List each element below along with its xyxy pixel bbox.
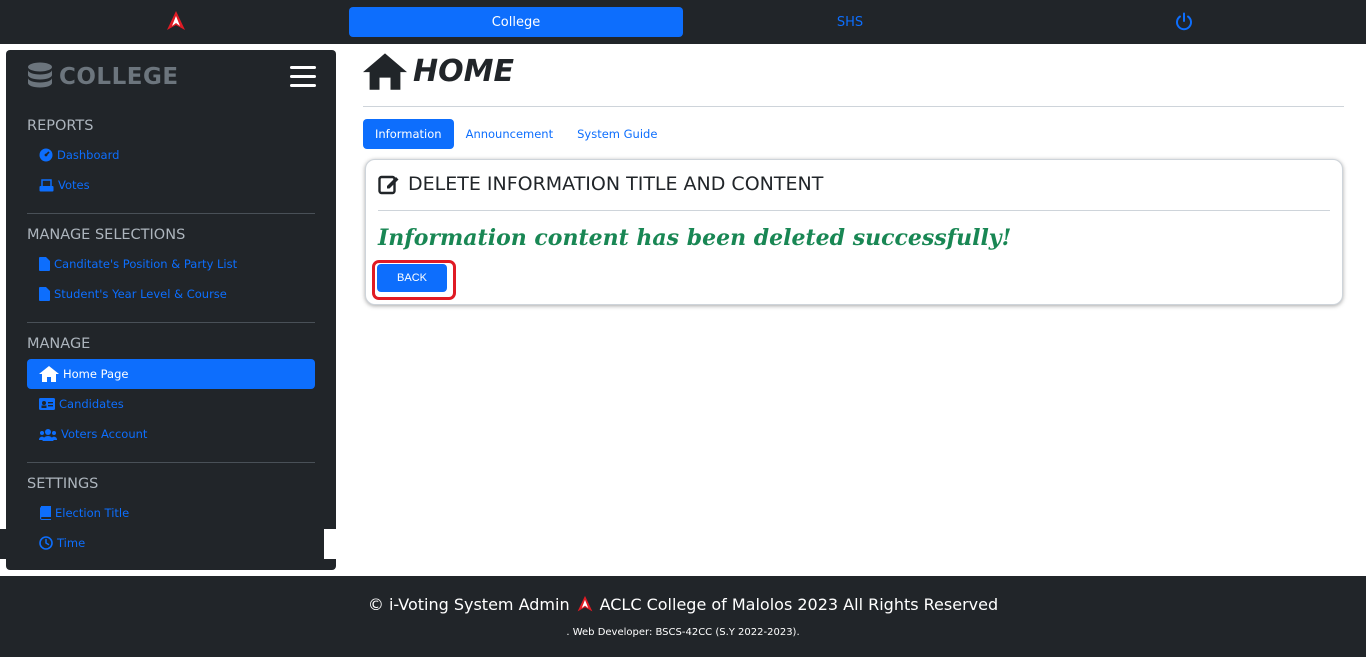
- edit-icon: [378, 175, 399, 195]
- id-card-icon: [39, 398, 55, 410]
- database-icon: [28, 62, 52, 88]
- success-message: Information content has been deleted suc…: [378, 225, 1012, 251]
- footer-copyright-right: ACLC College of Malolos 2023 All Rights …: [599, 594, 999, 614]
- tab-system-guide[interactable]: System Guide: [565, 119, 669, 149]
- page-heading: HOME: [363, 52, 514, 90]
- sidebar-item-label: Dashboard: [57, 148, 120, 162]
- tab-shs[interactable]: SHS: [790, 7, 910, 37]
- aclc-logo-icon[interactable]: [165, 10, 187, 32]
- section-reports: REPORTS: [27, 118, 94, 134]
- sidebar-item-label: Election Title: [55, 506, 130, 520]
- sidebar: COLLEGE REPORTS Dashboard Votes MANAGE S…: [6, 50, 336, 570]
- card-header: DELETE INFORMATION TITLE AND CONTENT: [378, 173, 823, 195]
- ballot-box-icon: [39, 178, 54, 191]
- sidebar-divider: [27, 213, 315, 214]
- sidebar-divider: [27, 462, 315, 463]
- tab-college[interactable]: College: [349, 7, 683, 37]
- sidebar-item-label: Home Page: [63, 367, 129, 381]
- gauge-icon: [39, 148, 53, 162]
- sidebar-item-votes[interactable]: Votes: [27, 170, 315, 200]
- tab-information[interactable]: Information: [363, 119, 454, 149]
- sidebar-item-voters-account[interactable]: Voters Account: [27, 419, 315, 449]
- footer-copyright: © i-Voting System Admin ACLC College of …: [0, 594, 1366, 614]
- file-icon: [39, 287, 50, 301]
- sidebar-corner-gap: [324, 529, 336, 559]
- footer-copyright-left: © i-Voting System Admin: [367, 594, 570, 614]
- footer: © i-Voting System Admin ACLC College of …: [0, 576, 1366, 657]
- tab-announcement[interactable]: Announcement: [454, 119, 566, 149]
- sidebar-item-dashboard[interactable]: Dashboard: [27, 140, 315, 170]
- file-icon: [39, 257, 50, 271]
- sidebar-brand: COLLEGE: [27, 62, 179, 92]
- power-icon[interactable]: [1174, 12, 1194, 32]
- aclc-logo-icon: [577, 595, 592, 612]
- sidebar-item-label: Student's Year Level & Course: [54, 287, 227, 301]
- sidebar-brand-title: COLLEGE: [59, 64, 179, 90]
- users-icon: [39, 428, 57, 441]
- home-icon: [39, 366, 59, 382]
- delete-info-card: DELETE INFORMATION TITLE AND CONTENT Inf…: [365, 159, 1343, 305]
- sidebar-item-label: Candidates: [59, 397, 124, 411]
- menu-toggle-icon[interactable]: [290, 66, 316, 88]
- section-manage: MANAGE: [27, 336, 91, 352]
- footer-developer: . Web Developer: BSCS-42CC (S.Y 2022-202…: [566, 627, 800, 638]
- card-divider: [378, 210, 1330, 211]
- sidebar-item-election-title[interactable]: Election Title: [27, 498, 315, 528]
- heading-divider: [363, 106, 1344, 107]
- page-title: HOME: [413, 53, 514, 89]
- clock-icon: [39, 536, 53, 550]
- sidebar-item-positions[interactable]: Canditate's Position & Party List: [27, 249, 315, 279]
- sidebar-item-time[interactable]: Time: [27, 528, 315, 558]
- back-button[interactable]: BACK: [377, 264, 447, 292]
- home-icon: [363, 53, 407, 90]
- card-title: DELETE INFORMATION TITLE AND CONTENT: [408, 173, 824, 195]
- section-settings: SETTINGS: [27, 476, 99, 492]
- sidebar-item-home-page[interactable]: Home Page: [27, 359, 315, 389]
- section-manage-selections: MANAGE SELECTIONS: [27, 227, 186, 243]
- sidebar-divider: [27, 322, 315, 323]
- sidebar-item-label: Canditate's Position & Party List: [54, 257, 238, 271]
- top-navbar: College SHS: [0, 0, 1366, 44]
- content-tabs: Information Announcement System Guide: [363, 119, 669, 149]
- book-icon: [40, 506, 51, 520]
- sidebar-item-label: Time: [57, 536, 86, 550]
- sidebar-item-label: Votes: [58, 178, 90, 192]
- sidebar-item-candidates[interactable]: Candidates: [27, 389, 315, 419]
- sidebar-item-year-level[interactable]: Student's Year Level & Course: [27, 279, 315, 309]
- sidebar-item-label: Voters Account: [61, 427, 148, 441]
